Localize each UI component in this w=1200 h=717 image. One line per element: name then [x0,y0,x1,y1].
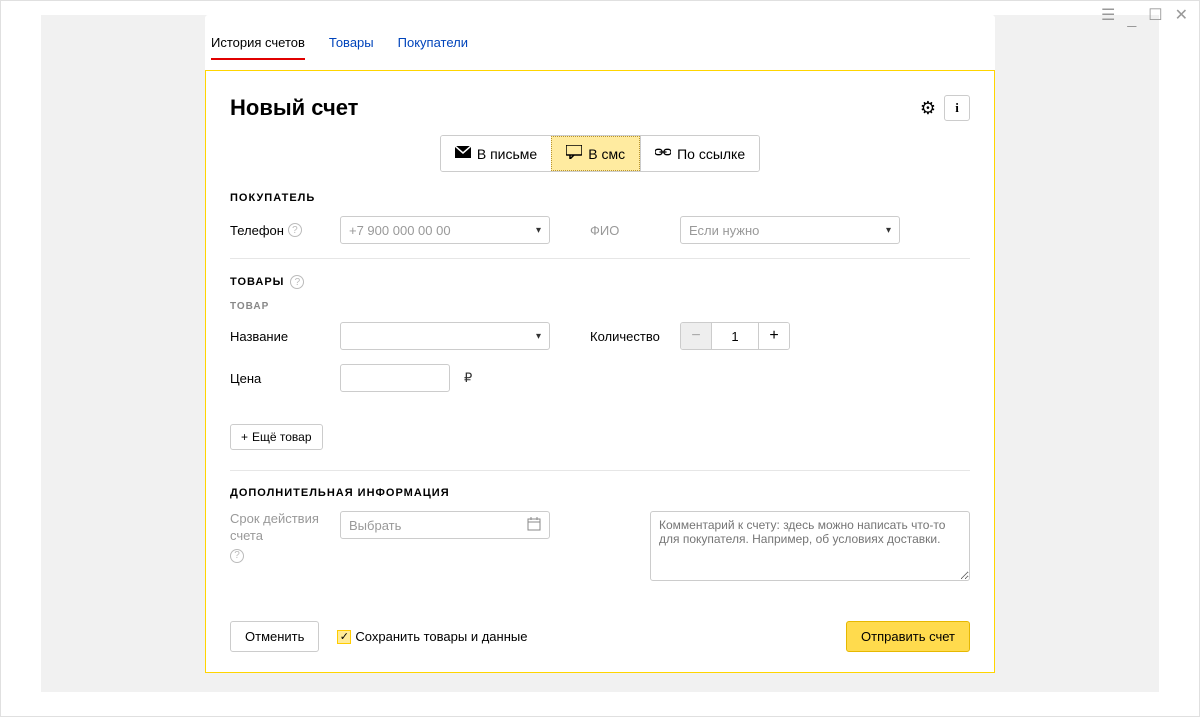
phone-label: Телефон ? [230,223,330,238]
save-data-checkbox[interactable]: ✓ Сохранить товары и данные [337,629,527,644]
qty-input[interactable] [711,323,759,349]
section-goods: ТОВАРЫ ? [230,275,970,289]
send-invoice-button[interactable]: Отправить счет [846,621,970,652]
help-icon[interactable]: ? [290,275,304,289]
mode-sms[interactable]: В смс [551,136,640,171]
name-label: Название [230,329,330,344]
chevron-down-icon: ▾ [886,225,891,236]
gear-icon[interactable]: ⚙ [920,98,936,119]
validity-date[interactable]: Выбрать [340,511,550,539]
minimize-icon[interactable]: _ [1127,12,1136,28]
quantity-stepper: − + [680,322,790,350]
help-icon[interactable]: ? [288,223,302,237]
mode-link[interactable]: По ссылке [640,136,759,171]
add-item-button[interactable]: + Ещё товар [230,424,323,450]
page-title: Новый счет [230,95,358,121]
invoice-form: Новый счет ⚙ i В письме [205,70,995,673]
help-icon[interactable]: ? [230,549,244,563]
qty-plus[interactable]: + [759,323,789,349]
tab-goods[interactable]: Товары [329,35,374,60]
qty-minus[interactable]: − [681,323,711,349]
maximize-icon[interactable]: ☐ [1148,8,1162,24]
fio-select[interactable]: Если нужно ▾ [680,216,900,244]
validity-label: Срок действия счета ? [230,511,330,563]
qty-label: Количество [590,329,670,344]
section-buyer: ПОКУПАТЕЛЬ [230,192,970,204]
tab-history[interactable]: История счетов [211,35,305,60]
tab-buyers[interactable]: Покупатели [398,35,468,60]
phone-select[interactable]: +7 900 000 00 00 ▾ [340,216,550,244]
tabs: История счетов Товары Покупатели [205,15,995,70]
mode-email[interactable]: В письме [441,136,551,171]
send-mode-segmented: В письме В смс По ссылке [440,135,760,172]
menu-icon[interactable]: ☰ [1101,8,1115,24]
price-input[interactable] [340,364,450,392]
window-controls: ☰ _ ☐ ✕ [1101,8,1188,24]
envelope-icon [455,145,471,162]
section-extra: ДОПОЛНИТЕЛЬНАЯ ИНФОРМАЦИЯ [230,487,970,499]
link-icon [655,145,671,162]
currency-sign: ₽ [464,370,472,386]
price-label: Цена [230,371,330,386]
cancel-button[interactable]: Отменить [230,621,319,652]
chevron-down-icon: ▾ [536,225,541,236]
checkbox-icon: ✓ [337,630,351,644]
name-select[interactable]: ▾ [340,322,550,350]
chevron-down-icon: ▾ [536,331,541,342]
close-window-icon[interactable]: ✕ [1175,8,1188,24]
chat-icon [566,145,582,162]
plus-icon: + [241,430,248,444]
section-item: ТОВАР [230,301,970,312]
info-icon[interactable]: i [944,95,970,121]
comment-textarea[interactable] [650,511,970,581]
fio-label: ФИО [590,223,670,238]
calendar-icon [527,517,541,534]
